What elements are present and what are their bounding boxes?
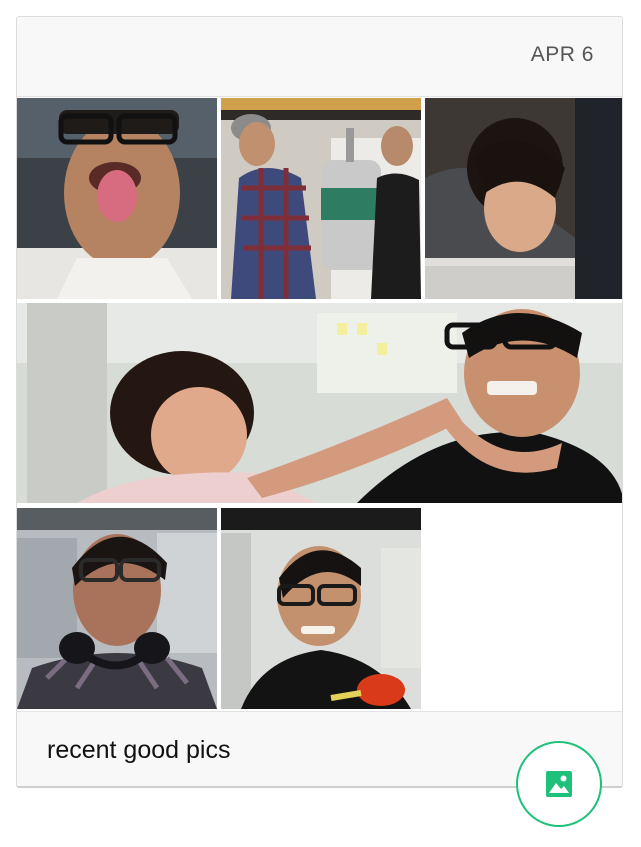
photo-gallery — [17, 98, 622, 711]
add-image-button[interactable] — [516, 741, 602, 827]
post-caption: recent good pics — [47, 736, 231, 764]
photo-man-headphones[interactable] — [17, 508, 217, 709]
post-date: APR 6 — [530, 43, 594, 66]
photo-man-tongue-out[interactable] — [17, 98, 217, 299]
photo-woman-choking-man[interactable] — [17, 303, 622, 503]
gallery-empty-cell — [425, 508, 622, 709]
photo-post-card: APR 6 recent good pics — [16, 16, 623, 788]
photo-man-smiling[interactable] — [221, 508, 421, 709]
photo-men-with-keg[interactable] — [221, 98, 421, 299]
image-icon — [546, 771, 572, 797]
photo-woman-laptop[interactable] — [425, 98, 622, 299]
card-header: APR 6 — [17, 17, 622, 97]
